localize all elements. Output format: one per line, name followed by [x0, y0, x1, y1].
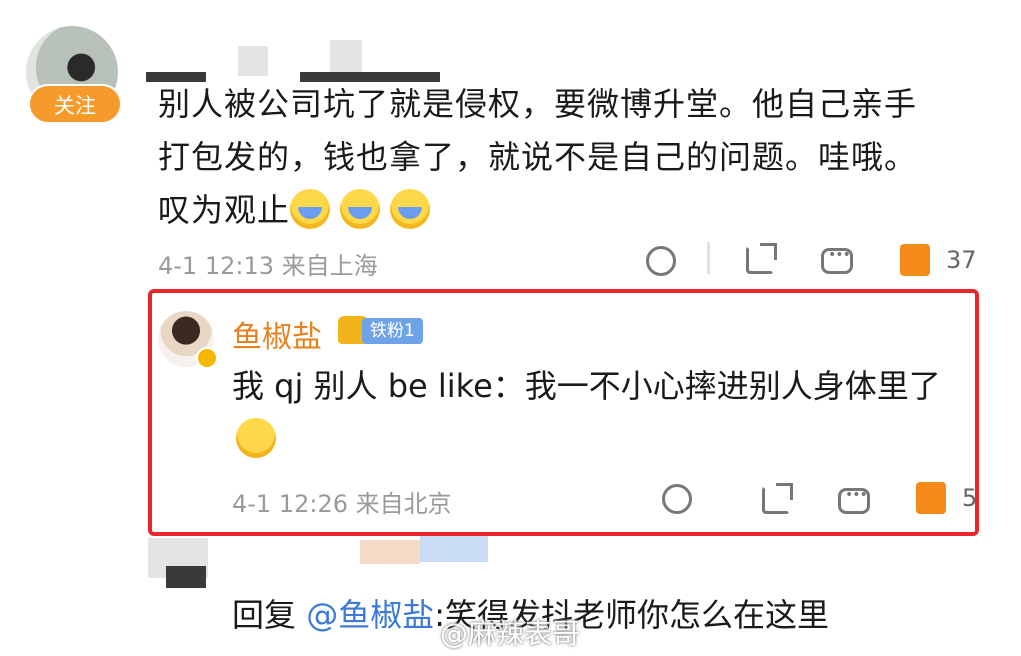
crying-emoji-icon: [340, 189, 381, 229]
blurred-username: [330, 40, 362, 74]
comment-body: 别人被公司坑了就是侵权，要微博升堂。他自己亲手 打包发的，钱也拿了，就说不是自己…: [158, 78, 978, 237]
mention-link[interactable]: @鱼椒盐: [306, 596, 434, 634]
blurred-username: [420, 536, 488, 562]
reply-location: 来自北京: [355, 490, 452, 518]
follow-button[interactable]: 关注: [28, 84, 122, 124]
dislike-icon[interactable]: [662, 484, 692, 514]
reply-prefix: 回复: [232, 596, 307, 634]
crying-emoji-icon: [390, 189, 431, 229]
like-count: 37: [946, 246, 977, 274]
shocked-emoji-icon: [236, 418, 276, 458]
verified-badge-icon: [196, 347, 218, 369]
reply-timestamp: 4-1 12:26: [232, 490, 348, 518]
fan-badge: 铁粉1: [362, 318, 423, 344]
comment-text-line: 叹为观止: [158, 184, 978, 237]
comment-location: 来自上海: [281, 252, 378, 280]
like-count: 5: [962, 484, 978, 512]
comment-icon[interactable]: [821, 247, 853, 274]
crying-emoji-icon: [290, 189, 331, 229]
comment-text-line: 打包发的，钱也拿了，就说不是自己的问题。哇哦。: [158, 138, 918, 176]
reply-meta: 4-1 12:26 来自北京: [232, 484, 452, 519]
divider: [707, 242, 710, 274]
comment-meta: 4-1 12:13 来自上海: [158, 246, 378, 281]
dislike-icon[interactable]: [646, 246, 676, 276]
reply-username[interactable]: 鱼椒盐: [232, 312, 322, 356]
comment-icon[interactable]: [838, 487, 870, 514]
blurred-username: [238, 46, 268, 76]
comment-text-end: 叹为观止: [158, 191, 291, 229]
like-icon[interactable]: [916, 482, 946, 514]
share-icon[interactable]: [746, 243, 777, 274]
share-icon[interactable]: [762, 483, 793, 514]
blurred-avatar: [166, 566, 206, 588]
comment-timestamp: 4-1 12:13: [158, 252, 274, 280]
watermark: @麻辣表哥: [440, 617, 581, 650]
reply-text: 我 qj 别人 be like：我一不小心摔进别人身体里了: [232, 367, 941, 405]
like-icon[interactable]: [900, 244, 930, 276]
blurred-username: [360, 540, 420, 564]
comment-text-line: 别人被公司坑了就是侵权，要微博升堂。他自己亲手: [158, 85, 918, 123]
